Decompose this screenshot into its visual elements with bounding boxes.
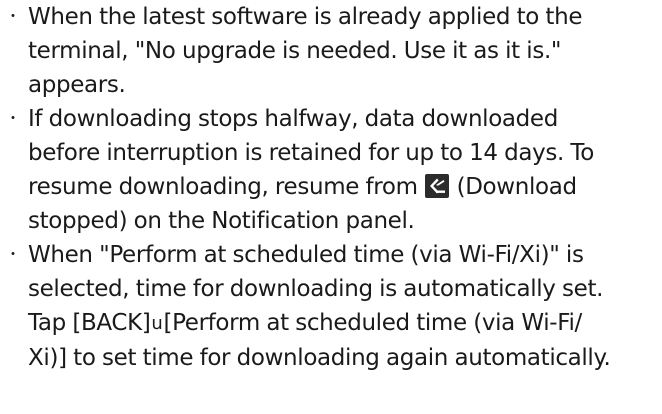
note-line: When "Perform at scheduled time (via Wi-… (28, 242, 584, 268)
bullet: ・ (6, 111, 20, 127)
note-text: [Perform at scheduled time (via Wi-Fi/ (163, 310, 582, 336)
note-item: ・ When "Perform at scheduled time (via W… (0, 238, 662, 375)
note-line: When the latest software is already appl… (28, 4, 583, 30)
note-line: resume downloading, resume from (Downloa… (28, 170, 662, 204)
note-line: stopped) on the Notification panel. (28, 208, 415, 234)
note-line: selected, time for downloading is automa… (28, 276, 604, 302)
download-stopped-icon (425, 174, 450, 198)
note-text: Tap [BACK] (28, 310, 151, 336)
note-line: If downloading stops halfway, data downl… (28, 106, 558, 132)
note-line: terminal, "No upgrade is needed. Use it … (28, 38, 562, 64)
note-item: ・ When the latest software is already ap… (0, 0, 662, 102)
arrow-glyph: u (151, 313, 163, 334)
note-line: before interruption is retained for up t… (28, 140, 594, 166)
note-line: appears. (28, 72, 126, 98)
note-line: Xi)] to set time for downloading again a… (28, 345, 611, 371)
notes-list: ・ When the latest software is already ap… (0, 0, 662, 375)
bullet: ・ (6, 247, 20, 263)
note-text: (Download (456, 174, 578, 200)
bullet: ・ (6, 9, 20, 25)
note-line: Tap [BACK]u[Perform at scheduled time (v… (28, 306, 662, 341)
note-text: resume downloading, resume from (28, 174, 418, 200)
note-item: ・ If downloading stops halfway, data dow… (0, 102, 662, 238)
